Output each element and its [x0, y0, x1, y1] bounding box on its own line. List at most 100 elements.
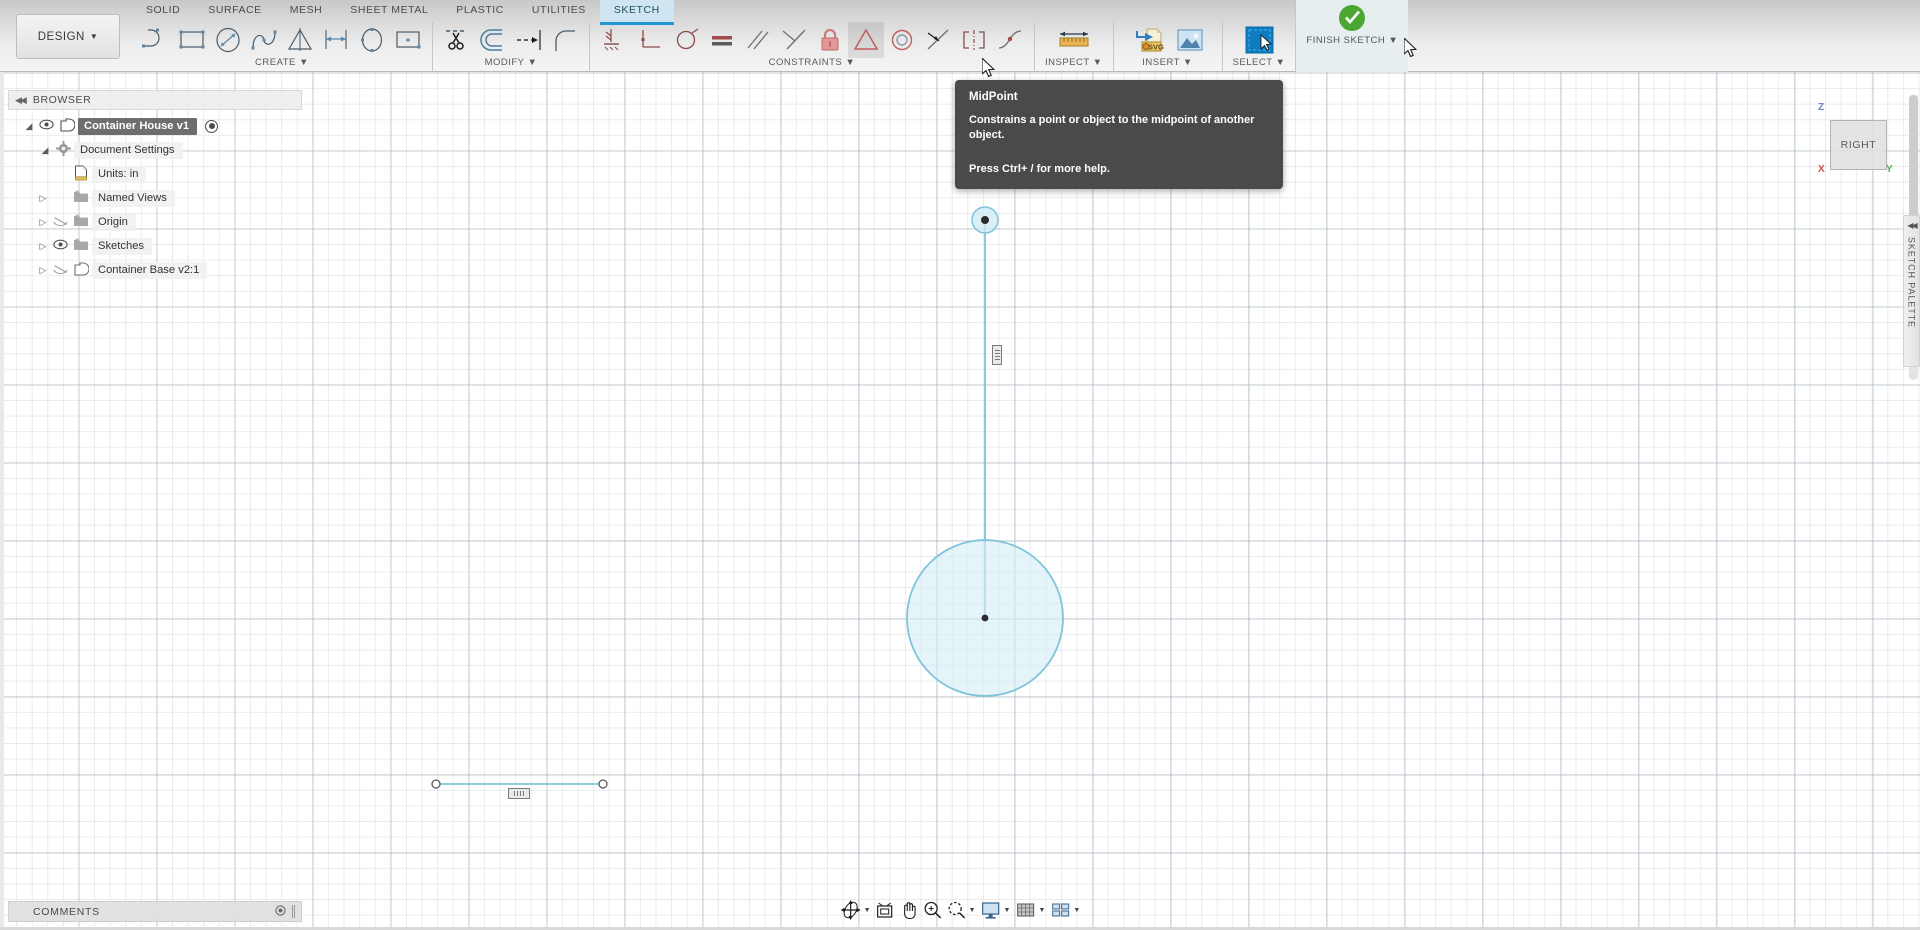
parallel-icon[interactable]: [740, 22, 776, 58]
tree-item-sketches[interactable]: ▷ Sketches: [8, 234, 302, 258]
twisty-icon[interactable]: ◢: [38, 145, 52, 156]
comments-resize-handle[interactable]: [292, 905, 295, 918]
tab-surface[interactable]: SURFACE: [194, 0, 275, 22]
tree-item-origin[interactable]: ▷ Origin: [8, 210, 302, 234]
display-settings-icon[interactable]: ▼: [979, 898, 1012, 922]
visible-eye-icon[interactable]: [36, 119, 56, 133]
perpendicular-icon[interactable]: [632, 22, 668, 58]
tab-solid[interactable]: SOLID: [132, 0, 194, 22]
comments-controls: [275, 903, 295, 921]
twisty-icon[interactable]: ▷: [36, 265, 50, 276]
twisty-icon[interactable]: ▷: [36, 193, 50, 204]
ellipse-icon[interactable]: [354, 22, 390, 58]
circle-icon[interactable]: [210, 22, 246, 58]
insert-svg-icon[interactable]: SVG: [1124, 22, 1168, 58]
spline-icon[interactable]: [246, 22, 282, 58]
select-tools: [1237, 22, 1281, 58]
tree-label: Named Views: [92, 189, 175, 207]
pan-hand-icon[interactable]: [898, 898, 920, 922]
tab-plastic[interactable]: PLASTIC: [442, 0, 518, 22]
panel-modify: MODIFY ▼: [432, 22, 589, 72]
trim-scissors-icon[interactable]: [439, 22, 475, 58]
chevron-down-icon[interactable]: ▼: [864, 907, 871, 914]
sketch-point-left[interactable]: [431, 779, 441, 789]
expand-palette-icon[interactable]: ◀◀: [1907, 221, 1917, 230]
collinear-icon[interactable]: [920, 22, 956, 58]
workspace-label: DESIGN: [37, 30, 85, 43]
look-at-icon[interactable]: [874, 898, 896, 922]
activate-component-radio[interactable]: [205, 119, 219, 133]
tree-label: Sketches: [92, 237, 153, 255]
equal-icon[interactable]: [704, 22, 740, 58]
tab-mesh[interactable]: MESH: [276, 0, 337, 22]
panel-modify-label[interactable]: MODIFY ▼: [485, 57, 538, 68]
view-cube-face[interactable]: RIGHT: [1830, 120, 1887, 170]
tangent-icon[interactable]: [668, 22, 704, 58]
horizontal-constraint-glyph[interactable]: [508, 788, 530, 799]
tab-sheet-metal[interactable]: SHEET METAL: [336, 0, 442, 22]
insert-image-icon[interactable]: [1168, 22, 1212, 58]
viewports-icon[interactable]: ▼: [1048, 898, 1081, 922]
measure-ruler-icon[interactable]: [1052, 22, 1096, 58]
coincident-icon[interactable]: [776, 22, 812, 58]
workspace-switcher-button[interactable]: DESIGN ▼: [16, 14, 120, 59]
tree-item-document-settings[interactable]: ◢ Document Settings: [8, 138, 302, 162]
panel-select-label[interactable]: SELECT ▼: [1233, 57, 1286, 68]
panel-insert-label[interactable]: INSERT ▼: [1142, 57, 1193, 68]
mirror-icon[interactable]: [282, 22, 318, 58]
tree-item-named-views[interactable]: ▷ Named Views: [8, 186, 302, 210]
midpoint-icon[interactable]: [848, 22, 884, 58]
panel-finish-sketch: FINISH SKETCH ▼: [1295, 0, 1409, 72]
finish-sketch-check-icon[interactable]: [1330, 0, 1374, 36]
linear-dimension-icon[interactable]: [318, 22, 354, 58]
sketch-point-right[interactable]: [598, 779, 608, 789]
comments-bar[interactable]: COMMENTS: [8, 901, 302, 922]
comments-collapse-icon[interactable]: [275, 903, 286, 921]
zoom-icon[interactable]: [922, 898, 944, 922]
select-window-icon[interactable]: [1237, 22, 1281, 58]
extend-icon[interactable]: [511, 22, 547, 58]
orbit-icon[interactable]: ▼: [839, 898, 872, 922]
vertical-constraint-glyph[interactable]: [992, 345, 1002, 365]
curvature-icon[interactable]: [992, 22, 1028, 58]
fit-magnifier-icon[interactable]: ▼: [946, 898, 977, 922]
chevron-down-icon: ▼: [527, 57, 538, 68]
chevron-down-icon[interactable]: ▼: [1073, 907, 1080, 914]
tree-item-units[interactable]: Units: in: [8, 162, 302, 186]
sketch-point-center[interactable]: [981, 614, 989, 622]
hidden-eye-icon[interactable]: [50, 215, 70, 230]
chevron-down-icon: ▼: [845, 57, 856, 68]
offset-icon[interactable]: [475, 22, 511, 58]
chevron-down-icon[interactable]: ▼: [1038, 907, 1045, 914]
fix-unfix-lock-icon[interactable]: [812, 22, 848, 58]
panel-finish-label[interactable]: FINISH SKETCH ▼: [1306, 35, 1398, 46]
left-edge-strip: [0, 72, 4, 930]
twisty-icon[interactable]: ▷: [36, 217, 50, 228]
twisty-icon[interactable]: ◢: [22, 121, 36, 132]
sketch-point-top[interactable]: [981, 216, 989, 224]
visible-eye-icon[interactable]: [50, 239, 70, 253]
chevron-down-icon[interactable]: ▼: [969, 907, 976, 914]
panel-create-label[interactable]: CREATE ▼: [255, 57, 309, 68]
tab-utilities[interactable]: UTILITIES: [518, 0, 600, 22]
panel-constraints-label[interactable]: CONSTRAINTS ▼: [769, 57, 856, 68]
concentric-icon[interactable]: [884, 22, 920, 58]
view-cube[interactable]: RIGHT Z X Y: [1818, 102, 1893, 175]
grid-snaps-icon[interactable]: ▼: [1013, 898, 1046, 922]
fillet-icon[interactable]: [547, 22, 583, 58]
inspect-tools: [1052, 22, 1096, 58]
tree-item-container-base[interactable]: ▷ Container Base v2:1: [8, 258, 302, 282]
sketch-palette-tab[interactable]: ◀◀ SKETCH PALETTE: [1903, 215, 1920, 367]
hidden-eye-icon[interactable]: [50, 263, 70, 278]
panel-inspect-label[interactable]: INSPECT ▼: [1045, 57, 1103, 68]
chevron-down-icon[interactable]: ▼: [1004, 907, 1011, 914]
horizontal-vertical-icon[interactable]: [596, 22, 632, 58]
tree-item-container-house[interactable]: ◢ Container House v1: [8, 114, 302, 138]
twisty-icon[interactable]: ▷: [36, 241, 50, 252]
rectangular-pattern-icon[interactable]: [390, 22, 426, 58]
line-icon[interactable]: [138, 22, 174, 58]
rectangle-icon[interactable]: [174, 22, 210, 58]
symmetry-icon[interactable]: [956, 22, 992, 58]
collapse-browser-icon[interactable]: ◀◀: [15, 95, 27, 106]
panel-inspect: INSPECT ▼: [1034, 22, 1113, 72]
